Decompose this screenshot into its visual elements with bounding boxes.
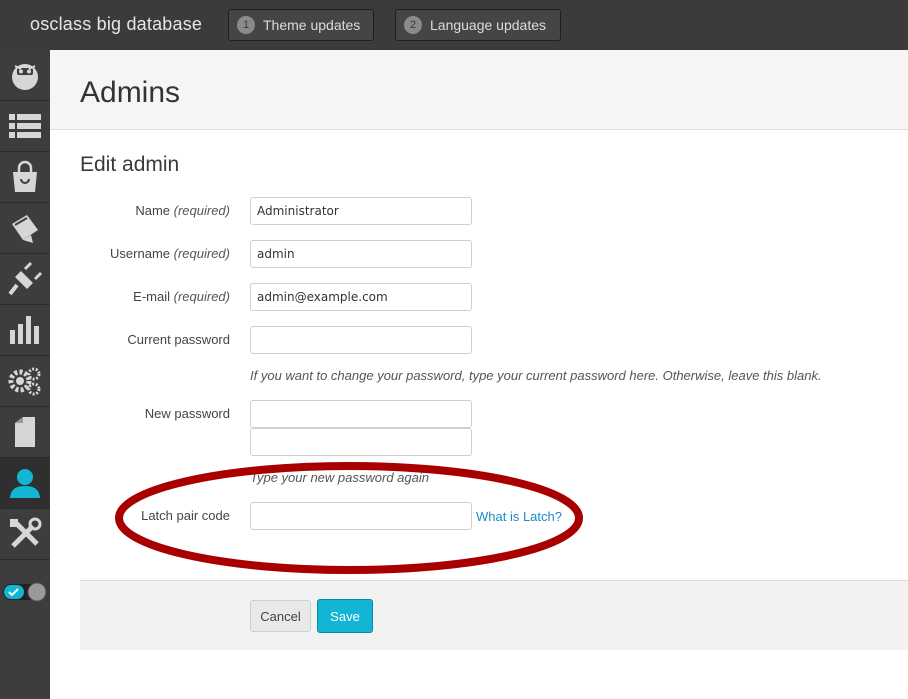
username-required-note: (required) bbox=[173, 246, 230, 261]
market-icon bbox=[13, 160, 37, 192]
page-header: Admins bbox=[50, 50, 908, 130]
sidebar-item-appearance[interactable] bbox=[0, 203, 50, 254]
language-updates-count: 2 bbox=[404, 16, 422, 34]
current-password-help: If you want to change your password, typ… bbox=[250, 368, 822, 383]
dashboard-icon bbox=[12, 64, 38, 90]
latch-label: Latch pair code bbox=[141, 508, 230, 523]
username-label-text: Username bbox=[110, 246, 171, 261]
name-label-text: Name bbox=[135, 203, 171, 218]
email-label-text: E-mail bbox=[133, 289, 171, 304]
name-label: Name (required) bbox=[80, 203, 230, 218]
listings-icon bbox=[9, 114, 41, 138]
sidebar-item-plugins[interactable] bbox=[0, 254, 50, 305]
language-updates-button[interactable]: 2 Language updates bbox=[395, 9, 561, 41]
page-title: Admins bbox=[80, 76, 181, 109]
theme-updates-label: Theme updates bbox=[263, 17, 361, 33]
sidebar-item-stats[interactable] bbox=[0, 305, 50, 356]
pages-icon bbox=[15, 417, 35, 447]
sidebar-item-dashboard[interactable] bbox=[0, 50, 50, 101]
name-field[interactable] bbox=[250, 197, 472, 225]
top-bar: osclass big database 1 Theme updates 2 L… bbox=[0, 0, 908, 50]
sidebar-item-listings[interactable] bbox=[0, 101, 50, 152]
settings-icon bbox=[8, 367, 41, 396]
appearance-icon bbox=[12, 215, 38, 243]
cancel-button[interactable]: Cancel bbox=[250, 600, 311, 632]
email-required-note: (required) bbox=[173, 289, 230, 304]
name-required-note: (required) bbox=[173, 203, 230, 218]
save-button[interactable]: Save bbox=[317, 599, 373, 633]
theme-updates-button[interactable]: 1 Theme updates bbox=[228, 9, 374, 41]
users-icon bbox=[10, 469, 40, 498]
form-actions: Cancel Save bbox=[80, 580, 908, 650]
username-field[interactable] bbox=[250, 240, 472, 268]
sidebar-item-tools[interactable] bbox=[0, 509, 50, 560]
site-title[interactable]: osclass big database bbox=[30, 14, 202, 35]
plugins-icon bbox=[8, 261, 43, 296]
tools-icon bbox=[10, 517, 42, 548]
sidebar bbox=[0, 50, 50, 699]
confirm-password-help: Type your new password again bbox=[250, 470, 429, 485]
latch-pair-code-field[interactable] bbox=[250, 502, 472, 530]
sidebar-item-users[interactable] bbox=[0, 458, 50, 509]
what-is-latch-link[interactable]: What is Latch? bbox=[476, 509, 562, 524]
mode-toggle[interactable] bbox=[2, 582, 48, 602]
sidebar-item-settings[interactable] bbox=[0, 356, 50, 407]
confirm-password-field[interactable] bbox=[250, 428, 472, 456]
email-label: E-mail (required) bbox=[80, 289, 230, 304]
current-password-field[interactable] bbox=[250, 326, 472, 354]
stats-icon bbox=[10, 316, 39, 344]
language-updates-label: Language updates bbox=[430, 17, 546, 33]
section-title: Edit admin bbox=[80, 153, 180, 176]
current-password-label: Current password bbox=[127, 332, 230, 347]
new-password-label: New password bbox=[144, 406, 230, 421]
username-label: Username (required) bbox=[80, 246, 230, 261]
theme-updates-count: 1 bbox=[237, 16, 255, 34]
sidebar-item-market[interactable] bbox=[0, 152, 50, 203]
email-field[interactable] bbox=[250, 283, 472, 311]
sidebar-item-pages[interactable] bbox=[0, 407, 50, 458]
new-password-field[interactable] bbox=[250, 400, 472, 428]
